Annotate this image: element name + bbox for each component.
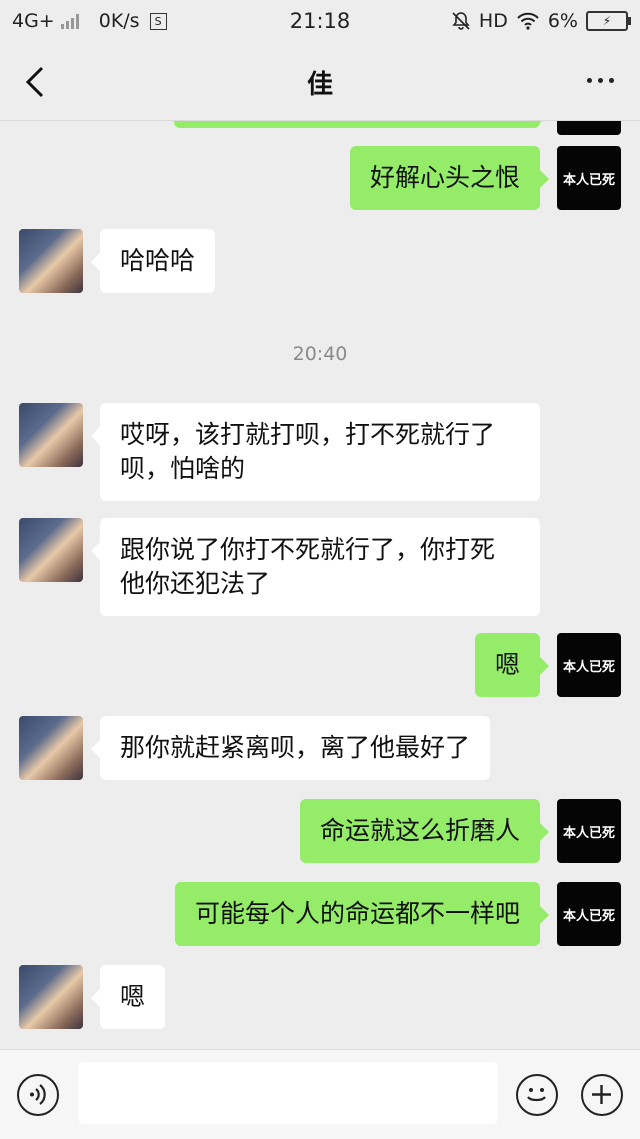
contact-avatar[interactable]: [19, 403, 83, 467]
my-avatar[interactable]: 本人已死: [557, 882, 621, 946]
emoji-icon: [527, 1088, 546, 1102]
mute-bell-icon: [452, 12, 470, 30]
wifi-icon: [517, 12, 539, 30]
contact-avatar[interactable]: [19, 229, 83, 293]
message-bubble[interactable]: 哈哈哈: [90, 229, 216, 293]
message-bubble[interactable]: 跟你说了你打不死就行了，你打死 他你还犯法了: [91, 518, 540, 616]
partial-avatar: [557, 121, 621, 135]
plus-icon: [592, 1085, 611, 1104]
timestamp: 20:40: [292, 343, 348, 365]
voice-icon: [30, 1084, 46, 1105]
chat-title: 佳: [306, 70, 333, 100]
contact-avatar[interactable]: [19, 965, 83, 1029]
message-bubble[interactable]: 命运就这么折磨人: [299, 799, 550, 863]
my-avatar[interactable]: 本人已死: [557, 146, 621, 210]
my-avatar[interactable]: 本人已死: [557, 799, 621, 863]
my-avatar[interactable]: 本人已死: [557, 633, 621, 697]
status-bar: 4G+ 0K/s S 21:18 HD 6% ⚡: [0, 0, 640, 44]
chat-header: 佳: [0, 44, 640, 121]
more-options-icon[interactable]: [587, 78, 614, 83]
contact-avatar[interactable]: [19, 518, 83, 582]
message-list[interactable]: 好解心头之恨 本人已死 哈哈哈 20:40 哎呀，该打就打呗，打不死就行了 呗，…: [0, 121, 640, 1049]
message-input[interactable]: [78, 1062, 498, 1124]
more-functions-button[interactable]: [581, 1074, 623, 1116]
message-bubble[interactable]: 嗯: [474, 633, 550, 697]
partial-message-bubble: [174, 121, 549, 128]
message-bubble[interactable]: 可能每个人的命运都不一样吧: [174, 882, 550, 946]
message-bubble[interactable]: 好解心头之恨: [349, 146, 550, 210]
message-bubble[interactable]: 哎呀，该打就打呗，打不死就行了 呗，怕啥的: [91, 403, 540, 501]
contact-avatar[interactable]: [19, 716, 83, 780]
hd-label: HD: [478, 10, 508, 32]
input-bar: [0, 1049, 640, 1139]
message-bubble[interactable]: 嗯: [90, 965, 166, 1029]
battery-icon: ⚡: [586, 11, 631, 31]
message-bubble[interactable]: 那你就赶紧离呗，离了他最好了: [90, 716, 491, 780]
emoji-button[interactable]: [516, 1074, 558, 1116]
battery-percent: 6%: [547, 10, 578, 32]
voice-input-button[interactable]: [17, 1074, 59, 1116]
